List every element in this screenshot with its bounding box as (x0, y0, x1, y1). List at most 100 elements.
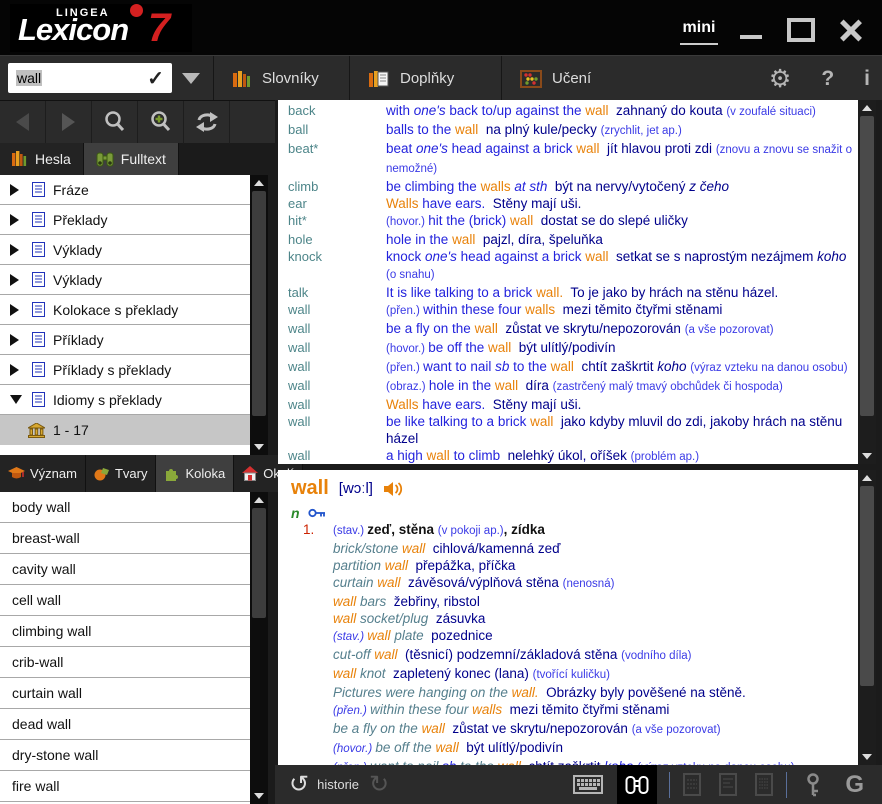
maximize-button[interactable] (784, 16, 818, 44)
expand-arrow-icon[interactable] (10, 214, 32, 226)
idiom-row[interactable]: wallbe a fly on the wall zůstat ve skryt… (278, 320, 858, 339)
idiom-row[interactable]: climbbe climbing the walls at sth být na… (278, 178, 858, 195)
tab-koloka[interactable]: Koloka (156, 455, 234, 492)
tab-fulltext[interactable]: Fulltext (84, 143, 179, 175)
collocation-item[interactable]: cavity wall (0, 554, 250, 585)
result-range-item[interactable]: 1 - 17 (0, 415, 250, 445)
idiom-row[interactable]: wall(přen.) within these four walls mezi… (278, 301, 858, 320)
back-button[interactable] (0, 101, 46, 144)
tab-slovniky[interactable]: Slovníky (214, 56, 337, 101)
help-icon[interactable]: ? (821, 67, 834, 91)
collocation-item[interactable]: crib-wall (0, 647, 250, 678)
expand-arrow-icon[interactable] (10, 274, 32, 286)
text-segment: z čeho (689, 179, 729, 194)
idiom-row[interactable]: wall(hovor.) be off the wall být ulítlý/… (278, 339, 858, 358)
expand-arrow-icon[interactable] (10, 395, 32, 404)
dictionary-entry-panel: wall [wɔːl] n 1.(stav.) zeď, stěna (v po… (278, 470, 858, 765)
document-view-3-button[interactable] (754, 773, 774, 796)
idiom-row[interactable]: wallWalls have ears. Stěny mají uši. (278, 396, 858, 413)
scrollbar-thumb[interactable] (860, 486, 874, 686)
fulltext-section-row[interactable]: Překlady (0, 205, 250, 235)
collocation-item[interactable]: dead wall (0, 709, 250, 740)
collocation-item[interactable]: cell wall (0, 585, 250, 616)
tab-doplnky[interactable]: Doplňky (350, 56, 472, 101)
fulltext-section-row[interactable]: Kolokace s překlady (0, 295, 250, 325)
scroll-up-icon[interactable] (254, 180, 264, 186)
idiom-row[interactable]: wall(obraz.) hole in the wall díra (zast… (278, 377, 858, 396)
refresh-button[interactable] (184, 101, 230, 144)
scrollbar-thumb[interactable] (252, 191, 266, 416)
history-back-icon[interactable]: ↺ (289, 770, 309, 799)
expand-arrow-icon[interactable] (10, 184, 32, 196)
fulltext-section-row[interactable]: Idiomy s překlady (0, 385, 250, 415)
speaker-icon[interactable] (383, 481, 403, 497)
text-segment: cihlová/kamenná zeď (425, 541, 560, 556)
fulltext-search-button[interactable] (617, 765, 657, 804)
idiom-row[interactable]: ballballs to the wall na plný kule/pecky… (278, 121, 858, 140)
scrollbar-thumb[interactable] (252, 508, 266, 618)
entry-scrollbar[interactable] (858, 470, 876, 765)
collocation-item[interactable]: body wall (0, 492, 250, 523)
expand-arrow-icon[interactable] (10, 304, 32, 316)
idioms-scrollbar[interactable] (858, 100, 876, 464)
idiom-row[interactable]: walla high wall to climb nelehký úkol, o… (278, 447, 858, 464)
fulltext-section-row[interactable]: Výklady (0, 265, 250, 295)
fulltext-section-row[interactable]: Fráze (0, 175, 250, 205)
text-segment: wall (585, 103, 608, 118)
idiom-row[interactable]: knockknock one's head against a brick wa… (278, 248, 858, 284)
collocation-item[interactable]: fire wall (0, 771, 250, 802)
fulltext-section-row[interactable]: Výklady (0, 235, 250, 265)
idiom-row[interactable]: wall(přen.) want to nail sb to the wall … (278, 358, 858, 377)
scroll-up-icon[interactable] (254, 497, 264, 503)
tab-hesla[interactable]: Hesla (0, 143, 84, 175)
collocation-item[interactable]: dry-stone wall (0, 740, 250, 771)
puzzle-icon (164, 466, 180, 481)
gear-icon[interactable]: ⚙ (769, 64, 791, 94)
document-view-1-button[interactable] (682, 773, 702, 796)
sections-scrollbar[interactable] (250, 175, 268, 455)
tab-tvary[interactable]: Tvary (86, 455, 157, 492)
scroll-down-icon[interactable] (254, 793, 264, 799)
scroll-up-icon[interactable] (862, 105, 872, 111)
zoom-in-button[interactable] (138, 101, 184, 144)
idiom-row[interactable]: talkIt is like talking to a brick wall. … (278, 284, 858, 301)
text-segment: přepážka, příčka (408, 558, 515, 573)
google-search-button[interactable]: G (845, 771, 864, 799)
scroll-down-icon[interactable] (862, 754, 872, 760)
keyboard-button[interactable] (573, 775, 603, 794)
text-segment: (a vše pozorovat) (685, 324, 774, 336)
idiom-row[interactable]: beat*beat one's head against a brick wal… (278, 140, 858, 178)
forward-button[interactable] (46, 101, 92, 144)
fulltext-section-row[interactable]: Příklady (0, 325, 250, 355)
idiom-row[interactable]: hit*(hovor.) hit the (brick) wall dostat… (278, 212, 858, 231)
close-button[interactable] (834, 16, 868, 44)
minimize-button[interactable] (734, 16, 768, 44)
tab-uceni[interactable]: Učení (502, 56, 609, 101)
fulltext-section-row[interactable]: Příklady s překlady (0, 355, 250, 385)
idiom-row[interactable]: backwith one's back to/up against the wa… (278, 102, 858, 121)
idiom-row[interactable]: holehole in the wall pajzl, díra, špeluň… (278, 231, 858, 248)
scroll-down-icon[interactable] (254, 444, 264, 450)
license-key-button[interactable] (805, 773, 821, 797)
expand-arrow-icon[interactable] (10, 334, 32, 346)
collocation-item[interactable]: curtain wall (0, 678, 250, 709)
idiom-text: (obraz.) hole in the wall díra (zastrčen… (386, 377, 858, 396)
collocation-item[interactable]: breast-wall (0, 523, 250, 554)
search-history-dropdown[interactable] (176, 63, 206, 93)
expand-arrow-icon[interactable] (10, 364, 32, 376)
scroll-up-icon[interactable] (862, 475, 872, 481)
expand-arrow-icon[interactable] (10, 244, 32, 256)
scrollbar-thumb[interactable] (860, 116, 874, 416)
history-forward-icon[interactable]: ↻ (369, 770, 389, 799)
idiom-row[interactable]: earWalls have ears. Stěny mají uši. (278, 195, 858, 212)
info-icon[interactable]: i (864, 67, 870, 91)
tab-vyznam[interactable]: Význam (0, 455, 86, 492)
mini-mode-button[interactable]: mini (680, 14, 718, 45)
search-input[interactable]: wall ✓ (8, 63, 172, 93)
document-view-2-button[interactable] (718, 773, 738, 796)
zoom-out-button[interactable] (92, 101, 138, 144)
scroll-down-icon[interactable] (862, 453, 872, 459)
collocation-item[interactable]: climbing wall (0, 616, 250, 647)
collocations-scrollbar[interactable] (250, 492, 268, 804)
idiom-row[interactable]: wallbe like talking to a brick wall jako… (278, 413, 858, 447)
